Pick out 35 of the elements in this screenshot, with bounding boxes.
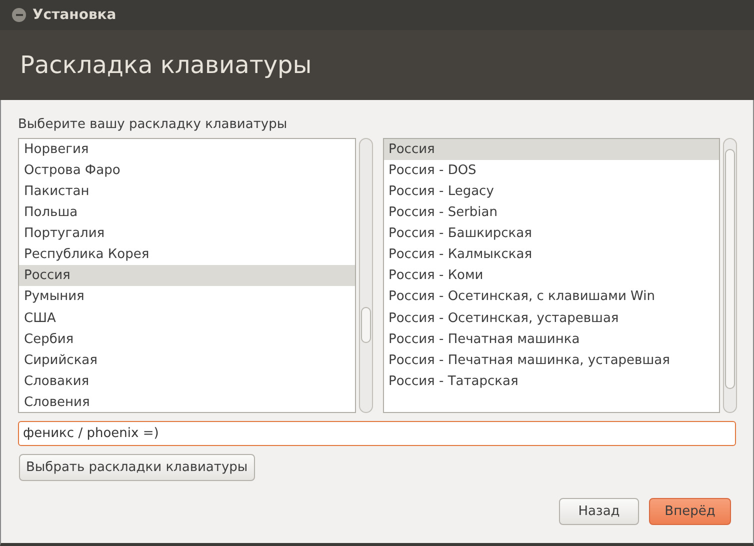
list-item[interactable]: Россия - Башкирская xyxy=(384,223,719,244)
list-item[interactable]: Россия - Татарская xyxy=(384,370,719,392)
list-item[interactable]: Румыния xyxy=(19,286,354,308)
list-item[interactable]: Россия - Осетинская, с клавишами Win xyxy=(384,286,719,308)
list-item[interactable]: Россия - Печатная машинка, устаревшая xyxy=(384,350,719,371)
list-item[interactable]: Словения xyxy=(19,392,354,412)
list-item[interactable]: Россия - Коми xyxy=(384,265,719,286)
minimize-icon[interactable] xyxy=(12,8,26,22)
scrollbar[interactable] xyxy=(358,138,372,413)
list-item[interactable]: Польша xyxy=(19,202,354,224)
page-title: Раскладка клавиатуры xyxy=(20,50,312,81)
list-item[interactable]: Словакия xyxy=(19,370,354,392)
list-item[interactable]: Норвегия xyxy=(19,138,354,160)
list-item[interactable]: Португалия xyxy=(19,223,354,244)
list-item[interactable]: Острова Фаро xyxy=(19,160,354,181)
list-item[interactable]: Россия - Legacy xyxy=(384,180,719,202)
list-item[interactable]: Пакистан xyxy=(19,180,354,202)
forward-button[interactable]: Вперёд xyxy=(649,498,731,525)
window-title: Установка xyxy=(32,6,116,24)
list-item[interactable]: Республика Корея xyxy=(19,244,354,266)
test-input-field[interactable]: феникс / phoenix =) xyxy=(18,420,736,446)
list-item[interactable]: Россия - Осетинская, устаревшая xyxy=(384,308,719,329)
list-item[interactable]: Сирийская xyxy=(19,350,354,371)
list-item[interactable]: Россия - Калмыкская xyxy=(384,244,719,266)
list-item[interactable]: Россия xyxy=(19,265,354,286)
list-item[interactable]: Россия - Serbian xyxy=(384,202,719,224)
back-button[interactable]: Назад xyxy=(559,498,639,525)
scrollbar[interactable] xyxy=(723,138,737,413)
list-item[interactable]: Россия xyxy=(384,138,719,160)
detect-layout-button[interactable]: Выбрать раскладки клавиатуры xyxy=(19,454,255,481)
list-item[interactable]: Россия - DOS xyxy=(384,160,719,181)
list-item[interactable]: Россия - Печатная машинка xyxy=(384,328,719,350)
list-item[interactable]: США xyxy=(19,308,354,329)
prompt-label: Выберите вашу раскладку клавиатуры xyxy=(18,117,288,132)
list-item[interactable]: Сербия xyxy=(19,328,354,350)
